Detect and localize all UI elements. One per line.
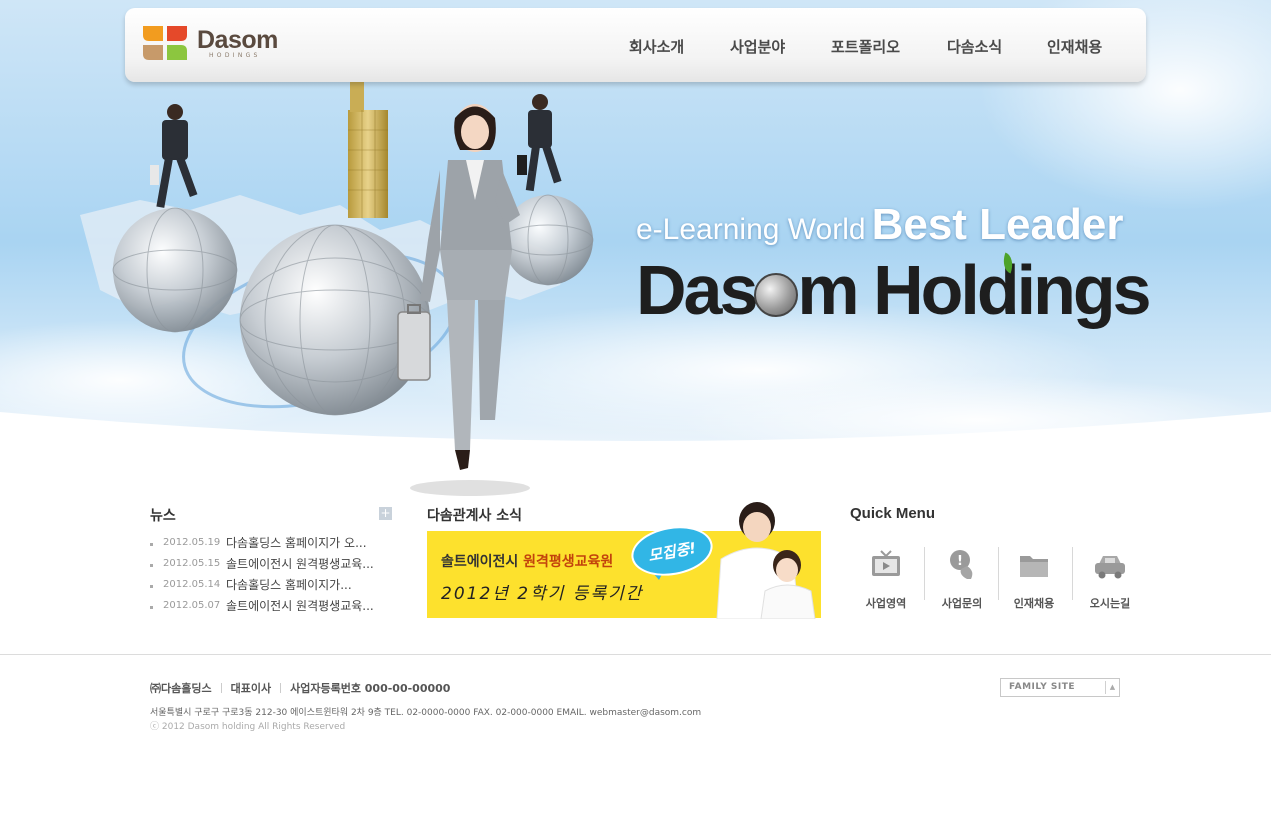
quick-menu-inquiry[interactable]: ! 사업문의 xyxy=(925,547,999,613)
news-item[interactable]: 2012.05.15 솔트에이전시 원격평생교육... xyxy=(150,553,400,574)
nav-item-news[interactable]: 다솜소식 xyxy=(947,36,1002,57)
chevron-up-icon[interactable]: ▲ xyxy=(1105,681,1119,694)
banner-headline: 솔트에이전시 원격평생교육원 xyxy=(441,551,613,571)
students-photo xyxy=(716,502,816,619)
banner-period: 2012년 2학기 등록기간 xyxy=(441,584,644,604)
hero-brand-name: Das m Holdings xyxy=(636,250,1152,330)
news-date: 2012.05.07 xyxy=(163,600,221,611)
tagline-bold: Best Leader xyxy=(871,200,1124,249)
logo-mark-icon xyxy=(143,26,187,60)
hero-tagline: e-Learning World Best Leader xyxy=(636,200,1123,250)
phone-icon: ! xyxy=(950,550,973,579)
news-title: 뉴스 xyxy=(150,508,176,524)
news-date: 2012.05.15 xyxy=(163,558,221,569)
bullet-icon xyxy=(150,585,153,588)
nav-item-company[interactable]: 회사소개 xyxy=(629,36,684,57)
affiliate-news-title: 다솜관계사 소식 xyxy=(427,508,523,524)
quick-menu-label: 사업영역 xyxy=(865,597,907,610)
footer-reg-no: 사업자등록번호 000-00-00000 xyxy=(290,682,451,695)
news-date: 2012.05.19 xyxy=(163,537,221,548)
globe-icon xyxy=(754,273,799,317)
news-title-text[interactable]: 다솜홀딩스 홈페이지가 오... xyxy=(226,534,367,551)
bullet-icon xyxy=(150,606,153,609)
news-title-text[interactable]: 솔트에이전시 원격평생교육... xyxy=(226,555,374,572)
plus-icon[interactable]: + xyxy=(379,507,392,520)
footer-copyright: ⓒ 2012 Dasom holding All Rights Reserved xyxy=(150,722,346,732)
nav-item-business[interactable]: 사업분야 xyxy=(730,36,785,57)
banner-org: 솔트에이전시 xyxy=(441,554,519,570)
logo-name: Dasom xyxy=(197,25,278,54)
bullet-icon xyxy=(150,564,153,567)
quick-menu-business-area[interactable]: 사업영역 xyxy=(849,547,923,613)
brand-part2: m Holdings xyxy=(797,251,1151,329)
news-title-text[interactable]: 솔트에이전시 원격평생교육... xyxy=(226,597,374,614)
quick-menu-title: Quick Menu xyxy=(850,505,936,522)
separator xyxy=(220,683,222,693)
quick-menu-label: 사업문의 xyxy=(941,597,983,610)
page: Dasom HODINGS 회사소개 사업분야 포트폴리오 다솜소식 인재채용 … xyxy=(0,0,1271,836)
top-header: Dasom HODINGS 회사소개 사업분야 포트폴리오 다솜소식 인재채용 xyxy=(125,8,1146,82)
news-date: 2012.05.14 xyxy=(163,579,221,590)
quick-menu-label: 인재채용 xyxy=(1013,597,1055,610)
footer-company-info: ㈜다솜홀딩스 대표이사 사업자등록번호 000-00-00000 xyxy=(150,680,450,696)
news-list: 2012.05.19 다솜홀딩스 홈페이지가 오... 2012.05.15 솔… xyxy=(150,532,400,616)
news-item[interactable]: 2012.05.14 다솜홀딩스 홈페이지가... xyxy=(150,574,400,595)
nav-item-recruit[interactable]: 인재채용 xyxy=(1047,36,1102,57)
footer-address: 서울특별시 구로구 구로3동 212-30 에이스트윈타워 2차 9층 TEL.… xyxy=(150,708,702,718)
svg-text:!: ! xyxy=(957,554,963,569)
footer-ceo: 대표이사 xyxy=(230,682,272,695)
family-site-label: FAMILY SITE xyxy=(1009,682,1075,692)
quick-menu-directions[interactable]: 오시는길 xyxy=(1073,547,1147,613)
nav-item-portfolio[interactable]: 포트폴리오 xyxy=(831,36,900,57)
news-item[interactable]: 2012.05.07 솔트에이전시 원격평생교육... xyxy=(150,595,400,616)
family-site-select[interactable]: FAMILY SITE ▲ xyxy=(1000,678,1120,697)
brand-part1: Das xyxy=(636,251,758,329)
folder-icon xyxy=(1020,556,1048,577)
news-item[interactable]: 2012.05.19 다솜홀딩스 홈페이지가 오... xyxy=(150,532,400,553)
footer-company: ㈜다솜홀딩스 xyxy=(150,682,212,695)
quick-menu-label: 오시는길 xyxy=(1089,597,1131,610)
logo[interactable]: Dasom HODINGS xyxy=(141,24,278,62)
tv-icon xyxy=(872,550,900,576)
quick-menu-recruit[interactable]: 인재채용 xyxy=(997,547,1071,613)
tagline-light: e-Learning World xyxy=(636,213,866,246)
news-title-text[interactable]: 다솜홀딩스 홈페이지가... xyxy=(226,576,352,593)
footer-divider xyxy=(0,654,1271,655)
car-icon xyxy=(1095,556,1125,579)
bullet-icon xyxy=(150,543,153,546)
separator xyxy=(280,683,282,693)
banner-org-highlight: 원격평생교육원 xyxy=(523,554,614,570)
affiliate-banner[interactable]: 솔트에이전시 원격평생교육원 2012년 2학기 등록기간 모집중! xyxy=(427,502,821,619)
